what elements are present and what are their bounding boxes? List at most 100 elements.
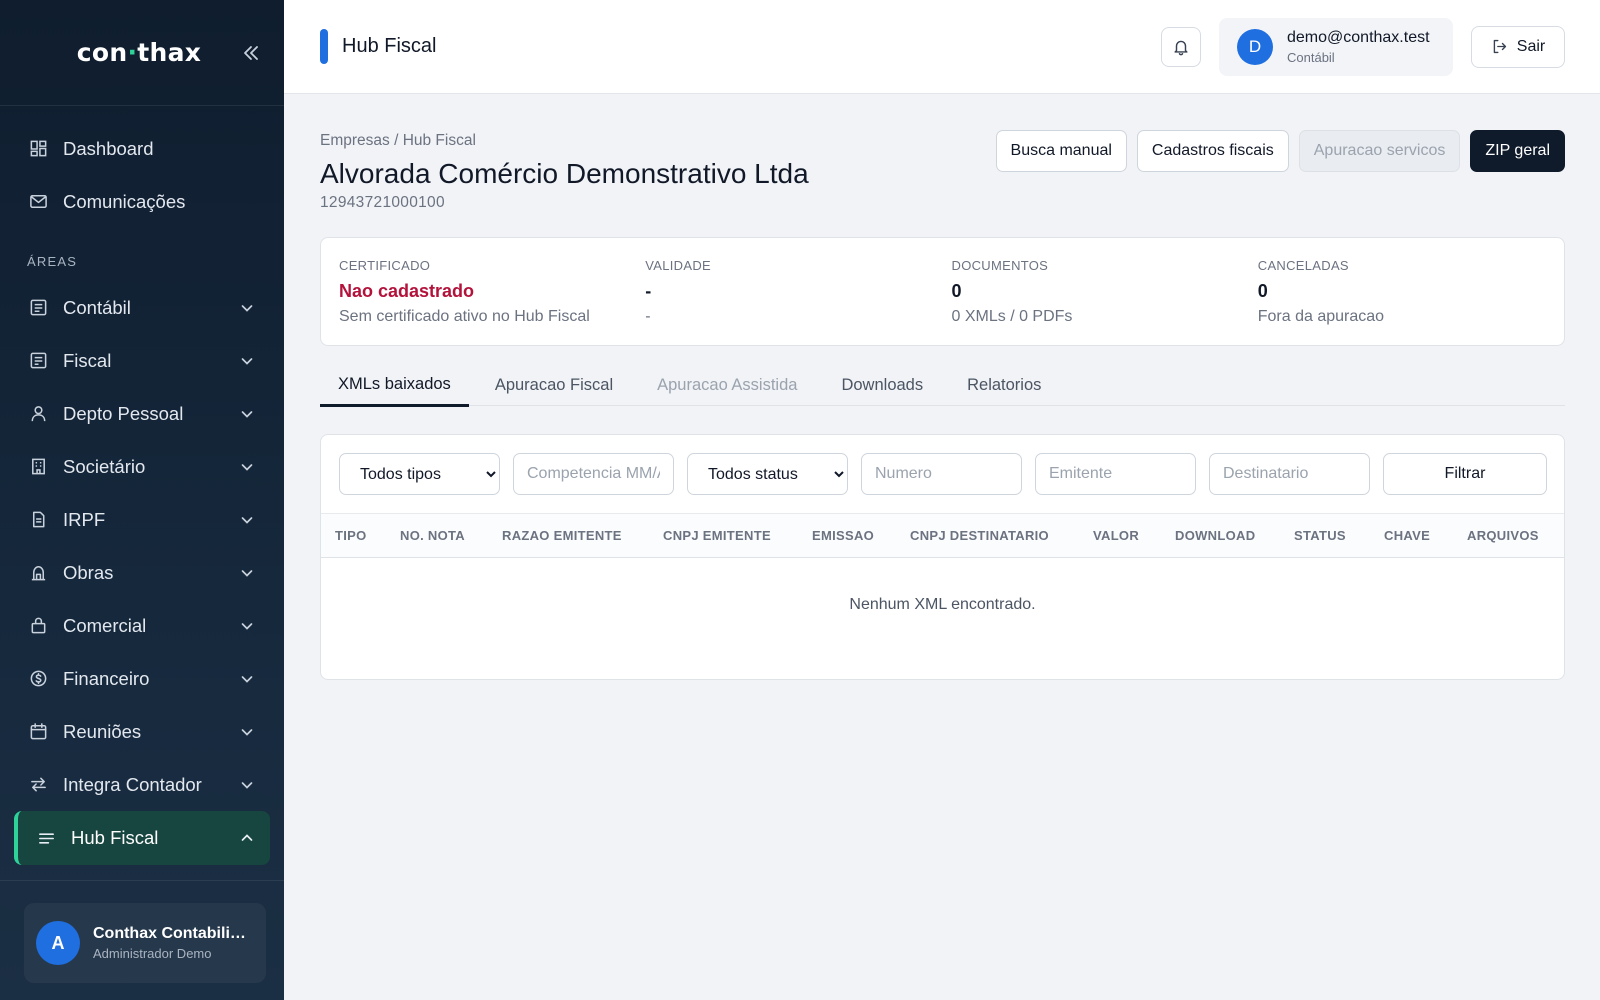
column-header[interactable]: TIPO bbox=[335, 528, 400, 543]
brand-logo-dot: · bbox=[127, 38, 138, 67]
tab-apuracao-fiscal[interactable]: Apuracao Fiscal bbox=[477, 364, 631, 406]
sidebar-item-dashboard[interactable]: Dashboard bbox=[0, 122, 284, 175]
stat-label: VALIDADE bbox=[645, 258, 711, 273]
tab-relatorios[interactable]: Relatorios bbox=[949, 364, 1059, 406]
sidebar-item-reunioes[interactable]: Reuniões bbox=[0, 705, 284, 758]
sidebar-item-label: Dashboard bbox=[63, 137, 154, 159]
sidebar-item-comercial[interactable]: Comercial bbox=[0, 599, 284, 652]
manual-search-button[interactable]: Busca manual bbox=[995, 130, 1127, 172]
type-select[interactable]: Todos tipos bbox=[339, 453, 500, 495]
tab-apuracao-assistida[interactable]: Apuracao Assistida bbox=[639, 364, 815, 406]
company-cnpj: 12943721000100 bbox=[320, 194, 445, 211]
person-icon bbox=[28, 404, 48, 424]
sidebar-item-label: Comunicações bbox=[63, 190, 186, 212]
recipient-input[interactable] bbox=[1209, 453, 1370, 495]
receipt-icon bbox=[28, 351, 48, 371]
stat-sub: 0 XMLs / 0 PDFs bbox=[951, 308, 1073, 325]
chevron-down-icon bbox=[238, 723, 256, 741]
sidebar-item-depto-pessoal[interactable]: Depto Pessoal bbox=[0, 387, 284, 440]
sidebar-item-label: Reuniões bbox=[63, 720, 142, 742]
stat-canceladas: CANCELADAS 0 Fora da apuracao bbox=[1258, 238, 1564, 345]
calendar-icon bbox=[28, 722, 48, 742]
avatar: A bbox=[36, 921, 80, 965]
sidebar-item-obras[interactable]: Obras bbox=[0, 546, 284, 599]
stat-label: CERTIFICADO bbox=[339, 258, 431, 273]
column-header[interactable]: STATUS bbox=[1294, 528, 1384, 543]
document-icon bbox=[28, 510, 48, 530]
main-content: Empresas / Hub Fiscal Alvorada Comércio … bbox=[284, 94, 1600, 1000]
column-header[interactable]: VALOR bbox=[1093, 528, 1175, 543]
issuer-input[interactable] bbox=[1035, 453, 1196, 495]
column-header[interactable]: DOWNLOAD bbox=[1175, 528, 1294, 543]
filter-button[interactable]: Filtrar bbox=[1383, 453, 1547, 495]
chevron-down-icon bbox=[238, 670, 256, 688]
building-icon bbox=[28, 457, 48, 477]
sidebar-item-financeiro[interactable]: Financeiro bbox=[0, 652, 284, 705]
status-select[interactable]: Todos status bbox=[687, 453, 848, 495]
tab-xmls-baixados[interactable]: XMLs baixados bbox=[320, 364, 469, 407]
sidebar-item-label: IRPF bbox=[63, 508, 106, 530]
chevron-down-icon bbox=[238, 458, 256, 476]
fiscal-records-button[interactable]: Cadastros fiscais bbox=[1136, 130, 1289, 172]
page-actions: Busca manual Cadastros fiscais Apuracao … bbox=[995, 130, 1565, 172]
column-header[interactable]: RAZAO EMITENTE bbox=[502, 528, 663, 543]
stat-documentos: DOCUMENTOS 0 0 XMLs / 0 PDFs bbox=[952, 238, 1258, 345]
sidebar-item-hub-fiscal[interactable]: Hub Fiscal bbox=[14, 811, 270, 865]
number-input[interactable] bbox=[861, 453, 1022, 495]
column-header[interactable]: EMISSAO bbox=[812, 528, 910, 543]
tab-downloads[interactable]: Downloads bbox=[823, 364, 941, 406]
construction-icon bbox=[28, 563, 48, 583]
tab-bar: XMLs baixados Apuracao Fiscal Apuracao A… bbox=[320, 364, 1565, 407]
table-header: TIPO NO. NOTA RAZAO EMITENTE CNPJ EMITEN… bbox=[321, 513, 1564, 558]
sidebar-item-contabil[interactable]: Contábil bbox=[0, 281, 284, 334]
chevron-down-icon bbox=[238, 352, 256, 370]
title-accent-bar bbox=[320, 29, 328, 64]
chevron-down-icon bbox=[238, 299, 256, 317]
sidebar-user-card[interactable]: A Conthax Contabilidade Administrador De… bbox=[24, 903, 266, 983]
brand-area: con·thax bbox=[0, 0, 284, 106]
column-header[interactable]: ARQUIVOS bbox=[1467, 528, 1539, 543]
account-role: Contábil bbox=[1287, 49, 1335, 65]
list-icon bbox=[36, 828, 56, 848]
money-icon bbox=[28, 669, 48, 689]
sync-icon bbox=[28, 775, 48, 795]
sidebar-item-societario[interactable]: Societário bbox=[0, 440, 284, 493]
competence-input[interactable] bbox=[513, 453, 674, 495]
chevron-up-icon bbox=[238, 829, 256, 847]
column-header[interactable]: CNPJ EMITENTE bbox=[663, 528, 812, 543]
sidebar-footer: A Conthax Contabilidade Administrador De… bbox=[0, 880, 284, 983]
sidebar-item-fiscal[interactable]: Fiscal bbox=[0, 334, 284, 387]
sidebar-nav: Dashboard Comunicações ÁREAS Contábil Fi… bbox=[0, 106, 284, 865]
summary-stats: CERTIFICADO Nao cadastrado Sem certifica… bbox=[320, 237, 1565, 346]
notifications-button[interactable] bbox=[1161, 26, 1201, 67]
stat-sub: Fora da apuracao bbox=[1257, 308, 1385, 325]
chevron-down-icon bbox=[238, 617, 256, 635]
service-calculation-button[interactable]: Apuracao servicos bbox=[1298, 130, 1461, 172]
logout-label: Sair bbox=[1516, 37, 1546, 55]
logout-button[interactable]: Sair bbox=[1471, 25, 1565, 68]
column-header[interactable]: NO. NOTA bbox=[400, 528, 502, 543]
collapse-sidebar-button[interactable] bbox=[238, 40, 264, 66]
shop-icon bbox=[28, 616, 48, 636]
column-header[interactable]: CHAVE bbox=[1384, 528, 1467, 543]
sidebar-item-comunicacoes[interactable]: Comunicações bbox=[0, 175, 284, 228]
stat-value: 0 bbox=[951, 281, 962, 301]
company-name: Alvorada Comércio Demonstrativo Ltda bbox=[320, 158, 809, 189]
sidebar-item-irpf[interactable]: IRPF bbox=[0, 493, 284, 546]
stat-validade: VALIDADE - - bbox=[645, 238, 951, 345]
user-role: Administrador Demo bbox=[93, 946, 212, 961]
brand-logo[interactable]: con·thax bbox=[77, 38, 201, 67]
zip-all-button[interactable]: ZIP geral bbox=[1470, 130, 1565, 172]
user-name: Conthax Contabilidade bbox=[93, 925, 251, 942]
account-email: demo@conthax.test bbox=[1287, 28, 1430, 46]
sidebar-item-integra-contador[interactable]: Integra Contador bbox=[0, 758, 284, 811]
xml-panel: Todos tipos Todos status Filtrar TIPO NO… bbox=[320, 434, 1565, 680]
chevron-down-icon bbox=[238, 511, 256, 529]
column-header[interactable]: CNPJ DESTINATARIO bbox=[910, 528, 1093, 543]
ledger-icon bbox=[28, 298, 48, 318]
account-menu[interactable]: D demo@conthax.test Contábil bbox=[1219, 17, 1453, 76]
user-info: Conthax Contabilidade Administrador Demo bbox=[93, 925, 251, 961]
chevron-down-icon bbox=[238, 564, 256, 582]
breadcrumb[interactable]: Empresas / Hub Fiscal bbox=[320, 132, 476, 150]
sidebar-section-label: ÁREAS bbox=[27, 254, 78, 269]
